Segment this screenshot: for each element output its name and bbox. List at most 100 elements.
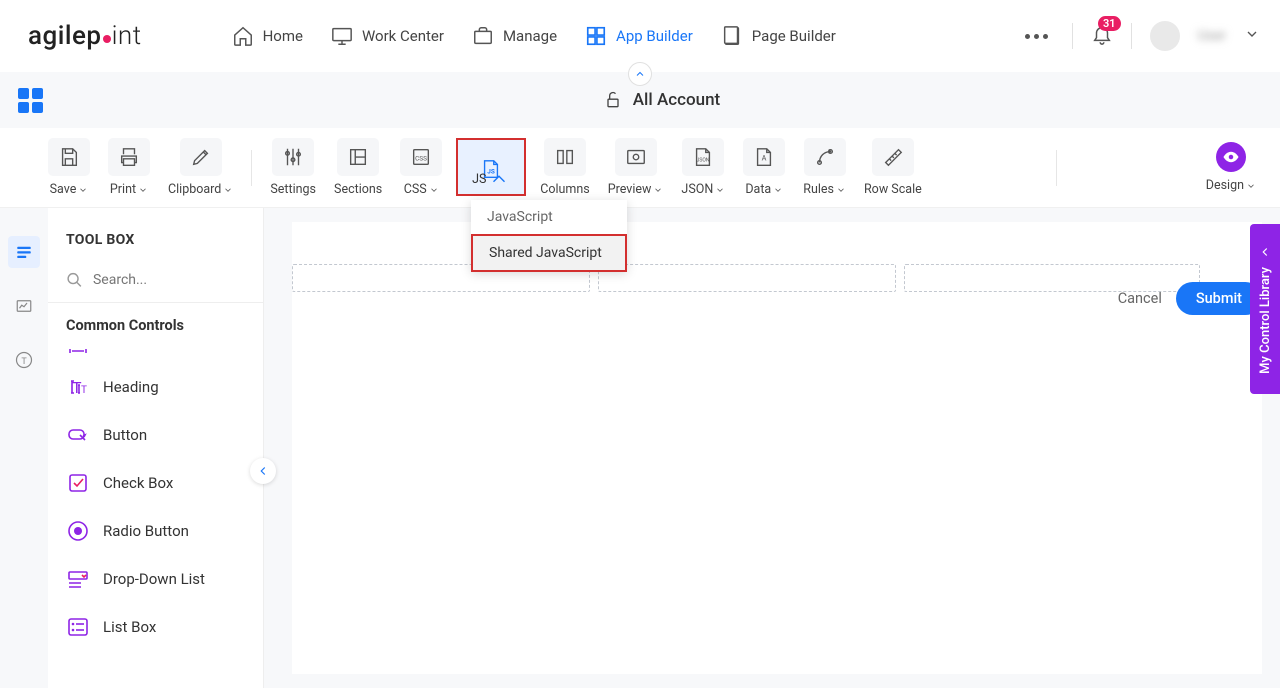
toolbox-section-title: Common Controls (48, 303, 263, 340)
home-icon (232, 25, 254, 47)
drop-zone-2[interactable] (598, 264, 896, 292)
control-heading[interactable]: TT Heading (48, 363, 263, 411)
columns-icon (554, 146, 576, 168)
sliders-icon (282, 146, 304, 168)
checkbox-icon (66, 471, 90, 495)
control-library-panel-toggle[interactable]: My Control Library (1250, 224, 1280, 394)
nav-app-builder[interactable]: App Builder (585, 25, 693, 47)
toolbox-title: TOOL BOX (48, 208, 263, 262)
divider (1072, 23, 1073, 49)
toolbar-save[interactable]: Save (44, 138, 94, 197)
rail-text-icon[interactable]: T (8, 344, 40, 376)
rail-chart-icon[interactable] (8, 290, 40, 322)
control-heading-label: Heading (103, 378, 159, 396)
nav-app-builder-label: App Builder (616, 27, 693, 45)
apps-launcher[interactable] (18, 88, 43, 113)
control-button-label: Button (103, 426, 147, 444)
form-icon (15, 243, 33, 261)
js-dropdown-shared-javascript[interactable]: Shared JavaScript (471, 234, 627, 272)
chevron-down-icon (429, 185, 439, 195)
toolbar-js[interactable]: JS JS (456, 138, 526, 197)
chart-icon (15, 297, 33, 315)
partial-control-icon (66, 347, 90, 355)
nav-manage[interactable]: Manage (472, 25, 557, 47)
data-icon: A (753, 146, 775, 168)
json-icon: JSON (692, 146, 714, 168)
chevron-down-icon (715, 185, 725, 195)
toolbar-separator (251, 150, 252, 186)
brand-logo[interactable]: agilepint (28, 21, 142, 51)
print-icon (118, 146, 140, 168)
radio-icon (66, 519, 90, 543)
js-dropdown-javascript[interactable]: JavaScript (471, 200, 627, 234)
toolbar-settings[interactable]: Settings (266, 138, 320, 197)
chevron-down-icon (223, 185, 233, 195)
control-listbox[interactable]: List Box (48, 603, 263, 651)
toolbar-data[interactable]: A Data (739, 138, 789, 197)
notification-badge: 31 (1098, 16, 1121, 31)
rules-icon (814, 146, 836, 168)
svg-text:JSON: JSON (697, 158, 710, 164)
control-library-label: My Control Library (1258, 267, 1273, 374)
toolbar-design[interactable]: Design (1202, 142, 1260, 193)
control-radio[interactable]: Radio Button (48, 507, 263, 555)
text-icon: T (15, 351, 33, 369)
chevron-down-icon (773, 185, 783, 195)
toolbar-rowscale[interactable]: Row Scale (860, 138, 926, 197)
chevron-down-icon (1246, 181, 1256, 191)
dropdown-icon (66, 567, 90, 591)
save-icon (58, 146, 80, 168)
control-radio-label: Radio Button (103, 522, 189, 540)
ruler-icon (882, 146, 904, 168)
chevron-up-icon (488, 168, 510, 190)
account-title: All Account (633, 90, 720, 110)
control-button[interactable]: Button (48, 411, 263, 459)
rail-form-icon[interactable] (8, 236, 40, 268)
toolbar-json[interactable]: JSON JSON (677, 138, 729, 197)
collapse-header-button[interactable] (628, 62, 652, 86)
monitor-icon (331, 25, 353, 47)
nav-home[interactable]: Home (232, 25, 303, 47)
cancel-button[interactable]: Cancel (1118, 290, 1162, 307)
toolbar-css[interactable]: CSS CSS (396, 138, 446, 197)
toolbar-columns[interactable]: Columns (536, 138, 594, 197)
search-icon (66, 270, 83, 290)
search-input[interactable] (93, 272, 245, 288)
nav-page-builder-label: Page Builder (752, 27, 836, 45)
more-menu[interactable] (1019, 28, 1054, 45)
chevron-left-icon (1258, 245, 1272, 259)
nav-work-center-label: Work Center (362, 27, 444, 45)
svg-text:A: A (762, 154, 767, 163)
chevron-down-icon (836, 185, 846, 195)
user-menu-chevron[interactable] (1244, 26, 1260, 46)
svg-text:T: T (81, 385, 87, 396)
divider (1131, 23, 1132, 49)
collapse-toolbox-button[interactable] (250, 458, 276, 484)
listbox-icon (66, 615, 90, 639)
edit-icon (190, 146, 212, 168)
avatar[interactable] (1150, 21, 1180, 51)
control-checkbox[interactable]: Check Box (48, 459, 263, 507)
nav-home-label: Home (263, 27, 303, 45)
notifications-button[interactable]: 31 (1091, 23, 1113, 49)
user-name: User (1198, 28, 1226, 44)
toolbar-separator (1056, 150, 1057, 186)
control-listbox-label: List Box (103, 618, 156, 636)
toolbar-clipboard[interactable]: Clipboard (164, 138, 237, 197)
toolbar-preview[interactable]: Preview (604, 138, 668, 197)
control-dropdown-label: Drop-Down List (103, 570, 205, 588)
preview-icon (625, 146, 647, 168)
eye-icon (1222, 148, 1240, 166)
toolbar-sections[interactable]: Sections (330, 138, 386, 197)
nav-manage-label: Manage (503, 27, 557, 45)
nav-work-center[interactable]: Work Center (331, 25, 444, 47)
nav-page-builder[interactable]: Page Builder (721, 25, 836, 47)
control-checkbox-label: Check Box (103, 474, 173, 492)
chevron-left-icon (256, 464, 270, 478)
css-icon: CSS (410, 146, 432, 168)
toolbar-rules[interactable]: Rules (799, 138, 850, 197)
chevron-down-icon (138, 185, 148, 195)
toolbar-print[interactable]: Print (104, 138, 154, 197)
chevron-up-icon (634, 68, 646, 80)
control-dropdown[interactable]: Drop-Down List (48, 555, 263, 603)
